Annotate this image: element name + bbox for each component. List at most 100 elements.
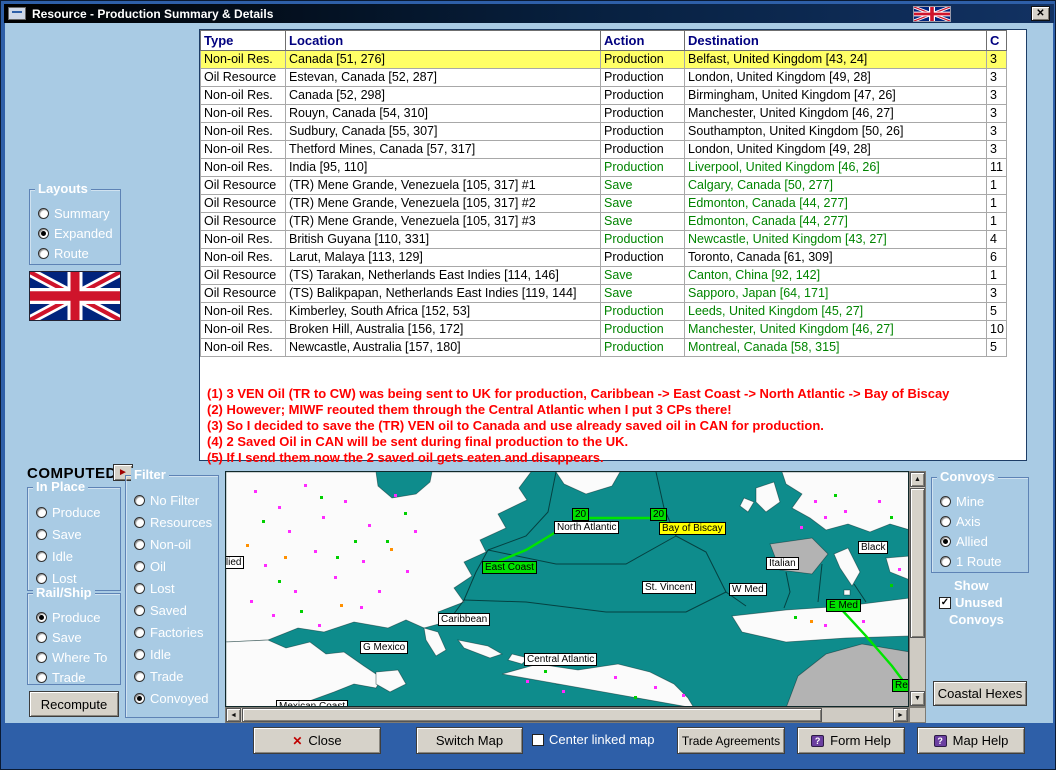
radio-label: No Filter [150,492,200,508]
cell-c: 5 [986,302,1007,321]
radio-resources[interactable]: Resources [134,511,218,533]
cell-c: 1 [986,194,1007,213]
titlebar-close-button[interactable]: ✕ [1031,6,1050,21]
radio-save[interactable]: Save [36,627,120,647]
table-row[interactable]: Non-oil Res. Broken Hill, Australia [156,… [200,320,1007,339]
cell-c: 6 [986,248,1007,267]
radio-saved[interactable]: Saved [134,599,218,621]
coastal-hexes-button[interactable]: Coastal Hexes [933,681,1027,706]
table-row[interactable]: Non-oil Res. Canada [52, 298] Production Bi… [200,86,1007,105]
radio-save[interactable]: Save [36,523,120,545]
table-row[interactable]: Oil Resource (TR) Mene Grande, Venezuela … [200,194,1007,213]
vertical-scroll-thumb[interactable] [910,488,925,638]
in-place-group-title: In Place [33,480,89,494]
radio-idle[interactable]: Idle [134,643,218,665]
cell-location: Canada [51, 276] [285,50,601,69]
cell-c: 3 [986,50,1007,69]
close-button[interactable]: ✕ Close [253,727,381,754]
help-icon: ? [811,734,825,747]
radio-allied[interactable]: Allied [940,531,1028,551]
cell-location: Larut, Malaya [113, 129] [285,248,601,267]
table-row[interactable]: Non-oil Res. Newcastle, Australia [157, 1… [200,338,1007,357]
cell-location: British Guyana [110, 331] [285,230,601,249]
scroll-up-button[interactable]: ▲ [910,472,925,487]
cell-action: Production [600,230,685,249]
radio-trade[interactable]: Trade [134,665,218,687]
recompute-button[interactable]: Recompute [29,691,119,717]
table-row[interactable]: Non-oil Res. Rouyn, Canada [54, 310] Produ… [200,104,1007,123]
table-row[interactable]: Non-oil Res. Canada [51, 276] Production Be… [200,50,1007,69]
map-label-g-mexico: G Mexico [360,641,409,654]
cell-type: Non-oil Res. [200,230,286,249]
switch-map-button[interactable]: Switch Map [416,727,523,754]
table-row[interactable]: Non-oil Res. Larut, Malaya [113, 129] Prod… [200,248,1007,267]
table-row[interactable]: Non-oil Res. India [95, 110] Production Liv… [200,158,1007,177]
radio-oil[interactable]: Oil [134,555,218,577]
table-row[interactable]: Non-oil Res. Kimberley, South Africa [152… [200,302,1007,321]
table-row[interactable]: Oil Resource (TR) Mene Grande, Venezuela … [200,176,1007,195]
show-unused-convoys-checkbox[interactable]: Show ✓ Unused Convoys [939,577,1029,628]
column-header-type[interactable]: Type [200,30,286,51]
radio-where-to[interactable]: Where To [36,647,120,667]
radio-produce[interactable]: Produce [36,607,120,627]
horizontal-scroll-thumb[interactable] [242,708,822,722]
radio-mine[interactable]: Mine [940,491,1028,511]
radio-label: Allied [956,533,988,549]
table-row[interactable]: Non-oil Res. Sudbury, Canada [55, 307] Pro… [200,122,1007,141]
radio-no-filter[interactable]: No Filter [134,489,218,511]
radio-factories[interactable]: Factories [134,621,218,643]
map-label-mexican-coast: Mexican Coast [276,700,349,706]
app-icon [8,7,26,20]
map-label-italian: Italian [766,557,799,570]
radio-route[interactable]: Route [38,243,120,263]
cell-location: Thetford Mines, Canada [57, 317] [285,140,601,159]
cell-destination: Leeds, United Kingdom [45, 27] [684,302,987,321]
map-label-20: 20 [572,508,590,521]
scroll-left-button[interactable]: ◄ [226,708,241,722]
map-horizontal-scrollbar[interactable]: ◄ ► [225,707,909,723]
radio-label: Saved [150,602,187,618]
cell-c: 1 [986,266,1007,285]
column-header-action[interactable]: Action [600,30,685,51]
table-row[interactable]: Non-oil Res. British Guyana [110, 331] Pro… [200,230,1007,249]
uk-flag-titlebar-icon [913,5,951,22]
radio-idle[interactable]: Idle [36,545,120,567]
table-row[interactable]: Oil Resource (TS) Tarakan, Netherlands Ea… [200,266,1007,285]
scroll-down-button[interactable]: ▼ [910,691,925,706]
radio-convoyed[interactable]: Convoyed [134,687,218,709]
cell-type: Oil Resource [200,266,286,285]
cell-type: Non-oil Res. [200,302,286,321]
cell-destination: Manchester, United Kingdom [46, 27] [684,320,987,339]
titlebar: Resource - Production Summary & Details … [4,4,1054,23]
radio-non-oil[interactable]: Non-oil [134,533,218,555]
radio-trade[interactable]: Trade [36,667,120,687]
radio-label: Factories [150,624,204,640]
table-row[interactable]: Oil Resource (TR) Mene Grande, Venezuela … [200,212,1007,231]
center-linked-map-checkbox[interactable]: Center linked map [532,732,655,747]
scroll-right-button[interactable]: ► [893,708,908,722]
column-header-destination[interactable]: Destination [684,30,987,51]
map-help-button[interactable]: ? Map Help [917,727,1025,754]
map-label-black: Black [858,541,889,554]
map-vertical-scrollbar[interactable]: ▲ ▼ [909,471,926,707]
radio-label: Lost [150,580,175,596]
radio-lost[interactable]: Lost [134,577,218,599]
form-help-button[interactable]: ? Form Help [797,727,905,754]
cell-location: (TR) Mene Grande, Venezuela [105, 317] #… [285,194,601,213]
radio-axis[interactable]: Axis [940,511,1028,531]
radio-label: Convoyed [150,690,209,706]
filter-group-title: Filter [131,468,169,482]
radio-produce[interactable]: Produce [36,501,120,523]
map[interactable]: AlliedNorth Atlantic2020Bay of BiscayEas… [225,471,909,707]
column-header-c[interactable]: C [986,30,1007,51]
table-row[interactable]: Oil Resource (TS) Balikpapan, Netherlands… [200,284,1007,303]
radio-expanded[interactable]: Expanded [38,223,120,243]
table-row[interactable]: Oil Resource Estevan, Canada [52, 287] Pro… [200,68,1007,87]
cell-destination: Southampton, United Kingdom [50, 26] [684,122,987,141]
table-row[interactable]: Non-oil Res. Thetford Mines, Canada [57, … [200,140,1007,159]
trade-agreements-button[interactable]: Trade Agreements [677,727,785,754]
column-header-location[interactable]: Location [285,30,601,51]
radio-1-route[interactable]: 1 Route [940,551,1028,571]
radio-summary[interactable]: Summary [38,203,120,223]
radio-circle-icon [940,535,951,547]
